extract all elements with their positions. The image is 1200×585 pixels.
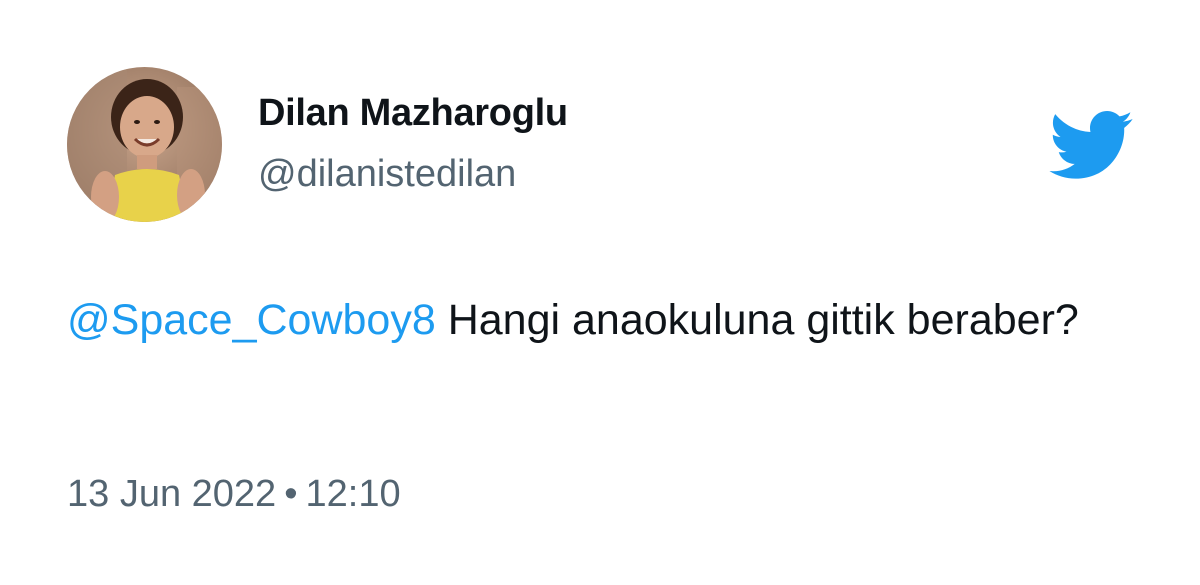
tweet-card: Dilan Mazharoglu @dilanistedilan @Space_… bbox=[0, 0, 1200, 585]
avatar[interactable] bbox=[67, 67, 222, 222]
mention-link[interactable]: @Space_Cowboy8 bbox=[67, 296, 436, 344]
tweet-body-text: Hangi anaokuluna gittik beraber? bbox=[435, 296, 1079, 344]
tweet-date: 13 Jun 2022 bbox=[67, 473, 277, 515]
author-handle[interactable]: @dilanistedilan bbox=[258, 153, 516, 196]
separator-dot: • bbox=[284, 473, 298, 515]
author-display-name[interactable]: Dilan Mazharoglu bbox=[258, 92, 568, 135]
tweet-time: 12:10 bbox=[305, 473, 401, 515]
tweet-timestamp[interactable]: 13 Jun 2022 • 12:10 bbox=[67, 473, 401, 516]
avatar-photo-icon bbox=[67, 67, 222, 222]
twitter-bird-icon[interactable] bbox=[1046, 108, 1134, 180]
tweet-text: @Space_Cowboy8 Hangi anaokuluna gittik b… bbox=[67, 290, 1127, 350]
